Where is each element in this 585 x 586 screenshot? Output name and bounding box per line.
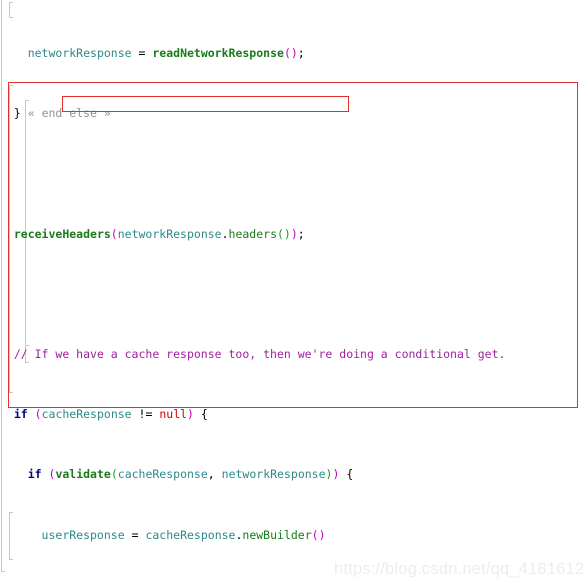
- code-block: networkResponse = readNetworkResponse();…: [0, 0, 585, 586]
- code-screenshot: networkResponse = readNetworkResponse();…: [0, 0, 585, 586]
- code-line-comment: // If we have a cache response too, then…: [13, 347, 506, 362]
- code-line: if (cacheResponse != null) {: [13, 407, 208, 422]
- code-line: networkResponse = readNetworkResponse();: [27, 46, 305, 61]
- code-line: if (validate(cacheResponse, networkRespo…: [27, 467, 354, 482]
- watermark: https://blog.csdn.net/qq_41816123: [334, 560, 585, 578]
- code-line: userResponse = cacheResponse.newBuilder(…: [41, 527, 326, 542]
- code-line: } « end else »: [13, 106, 111, 121]
- code-line: receiveHeaders(networkResponse.headers()…: [13, 226, 305, 241]
